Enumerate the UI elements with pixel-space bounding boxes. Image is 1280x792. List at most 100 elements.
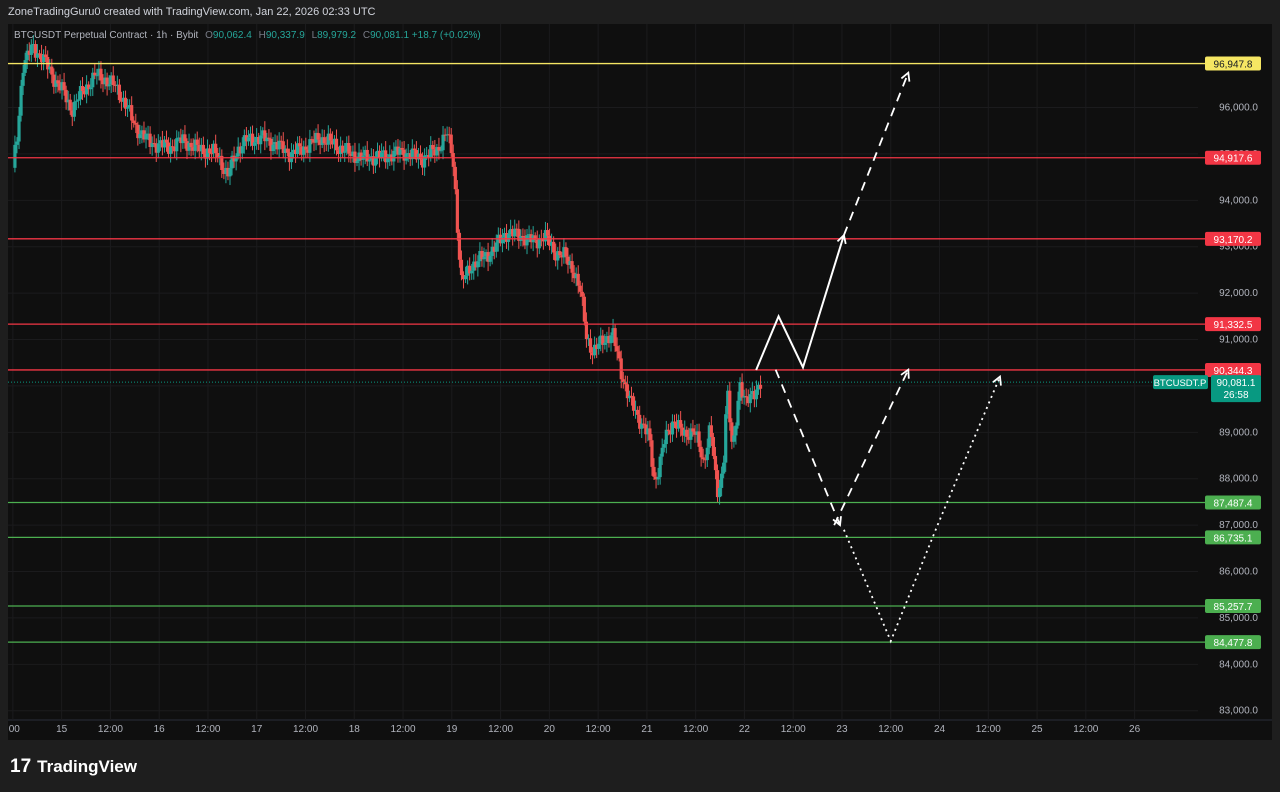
candle-body — [373, 158, 378, 166]
candle-body — [99, 68, 103, 81]
candle-body — [404, 153, 408, 161]
x-tick-label: 20 — [544, 724, 556, 735]
candle-body — [525, 235, 529, 246]
candle-body — [164, 139, 169, 143]
candle-body — [631, 396, 636, 411]
candle-body — [652, 466, 656, 477]
candle-body — [437, 147, 441, 151]
candle-body — [298, 143, 302, 147]
x-tick-label: 26 — [1129, 724, 1141, 735]
change-value: +18.7 (+0.02%) — [411, 30, 481, 41]
candle-body — [89, 87, 93, 90]
candle-body — [720, 473, 724, 488]
candle-body — [138, 134, 142, 139]
x-tick-label: 12:00 — [195, 724, 220, 735]
candle-body — [304, 146, 308, 150]
y-tick-label: 85,000.0 — [1219, 613, 1258, 624]
level-price-label: 94,917.6 — [1214, 154, 1253, 165]
candle-body — [285, 148, 289, 153]
candle-body — [29, 44, 33, 55]
candle-body — [740, 382, 744, 398]
candle-body — [23, 60, 27, 73]
candle-body — [734, 425, 738, 436]
candle-body — [494, 242, 498, 252]
candle-body — [207, 148, 212, 154]
candle-body — [552, 241, 556, 253]
candle-body — [156, 143, 160, 153]
x-tick-label: 12:00 — [586, 724, 611, 735]
candle-body — [439, 150, 443, 152]
x-tick-label: :00 — [8, 724, 20, 735]
candle-body — [699, 446, 703, 458]
y-tick-label: 89,000.0 — [1219, 427, 1258, 438]
y-tick-label: 96,000.0 — [1219, 103, 1258, 114]
ohlc-legend: BTCUSDT Perpetual Contract · 1h · Bybit … — [14, 30, 481, 41]
x-tick-label: 12:00 — [488, 724, 513, 735]
candle-body — [521, 235, 525, 238]
candle-body — [658, 456, 662, 478]
candle-body — [316, 132, 320, 140]
candle-body — [277, 140, 281, 150]
candle-body — [709, 425, 713, 438]
candle-body — [701, 457, 705, 460]
candle-body — [728, 390, 732, 423]
projection-path — [843, 376, 1001, 644]
x-tick-label: 12:00 — [683, 724, 708, 735]
candle-body — [453, 166, 457, 190]
level-price-label: 86,735.1 — [1214, 533, 1253, 544]
projection-path — [833, 369, 910, 526]
candle-body — [72, 101, 76, 117]
candle-body — [195, 139, 199, 145]
candle-body — [117, 84, 121, 101]
candle-body — [617, 351, 621, 359]
y-tick-label: 91,000.0 — [1219, 335, 1258, 346]
x-tick-label: 23 — [836, 724, 848, 735]
candle-body — [252, 142, 257, 146]
y-tick-label: 86,000.0 — [1219, 567, 1258, 578]
candle-body — [418, 153, 423, 160]
x-tick-label: 19 — [446, 724, 458, 735]
level-price-label: 84,477.8 — [1214, 638, 1253, 649]
candle-body — [214, 143, 218, 154]
candle-body — [95, 75, 99, 77]
candle-body — [431, 145, 435, 150]
candle-body — [724, 414, 728, 463]
candle-body — [648, 428, 652, 441]
candle-body — [334, 138, 339, 151]
candle-body — [656, 477, 660, 480]
candle-body — [201, 144, 205, 155]
candle-body — [21, 72, 25, 86]
candle-body — [488, 255, 492, 262]
candle-body — [558, 251, 562, 256]
chart-panel[interactable]: :00 15 12:00 16 12:00 17 12:00 18 12:00 19 12:00 20… — [8, 24, 1272, 740]
candle-body — [132, 120, 136, 124]
candle-body — [609, 335, 613, 344]
high-value: 90,337.9 — [265, 30, 305, 41]
level-price-label: 96,947.8 — [1214, 60, 1253, 71]
tradingview-brand: TradingView — [37, 757, 137, 776]
y-tick-label: 88,000.0 — [1219, 474, 1258, 485]
candle-body — [93, 72, 97, 76]
tradingview-footer: 17 TradingView — [10, 756, 137, 778]
price-chart[interactable]: :00 15 12:00 16 12:00 17 12:00 18 12:00 19 12:00 20… — [8, 24, 1272, 740]
candle-body — [267, 137, 271, 139]
candle-body — [183, 134, 187, 142]
x-tick-label: 24 — [934, 724, 946, 735]
candle-body — [732, 435, 736, 442]
candle-body — [271, 144, 275, 152]
level-price-label: 93,170.2 — [1214, 235, 1253, 246]
countdown-label: 26:58 — [1223, 390, 1248, 401]
candle-body — [482, 256, 486, 260]
candle-body — [175, 138, 179, 152]
candle-body — [506, 234, 511, 242]
candle-body — [537, 238, 541, 249]
x-tick-label: 25 — [1031, 724, 1043, 735]
candle-body — [246, 137, 251, 142]
close-value: 90,081.1 — [370, 30, 410, 41]
candle-body — [13, 144, 17, 168]
candle-body — [664, 429, 668, 445]
low-value: 89,979.2 — [317, 30, 357, 41]
current-symbol-label: BTCUSDT.P — [1154, 378, 1207, 389]
close-label: C — [362, 30, 371, 41]
candle-body — [603, 342, 607, 345]
